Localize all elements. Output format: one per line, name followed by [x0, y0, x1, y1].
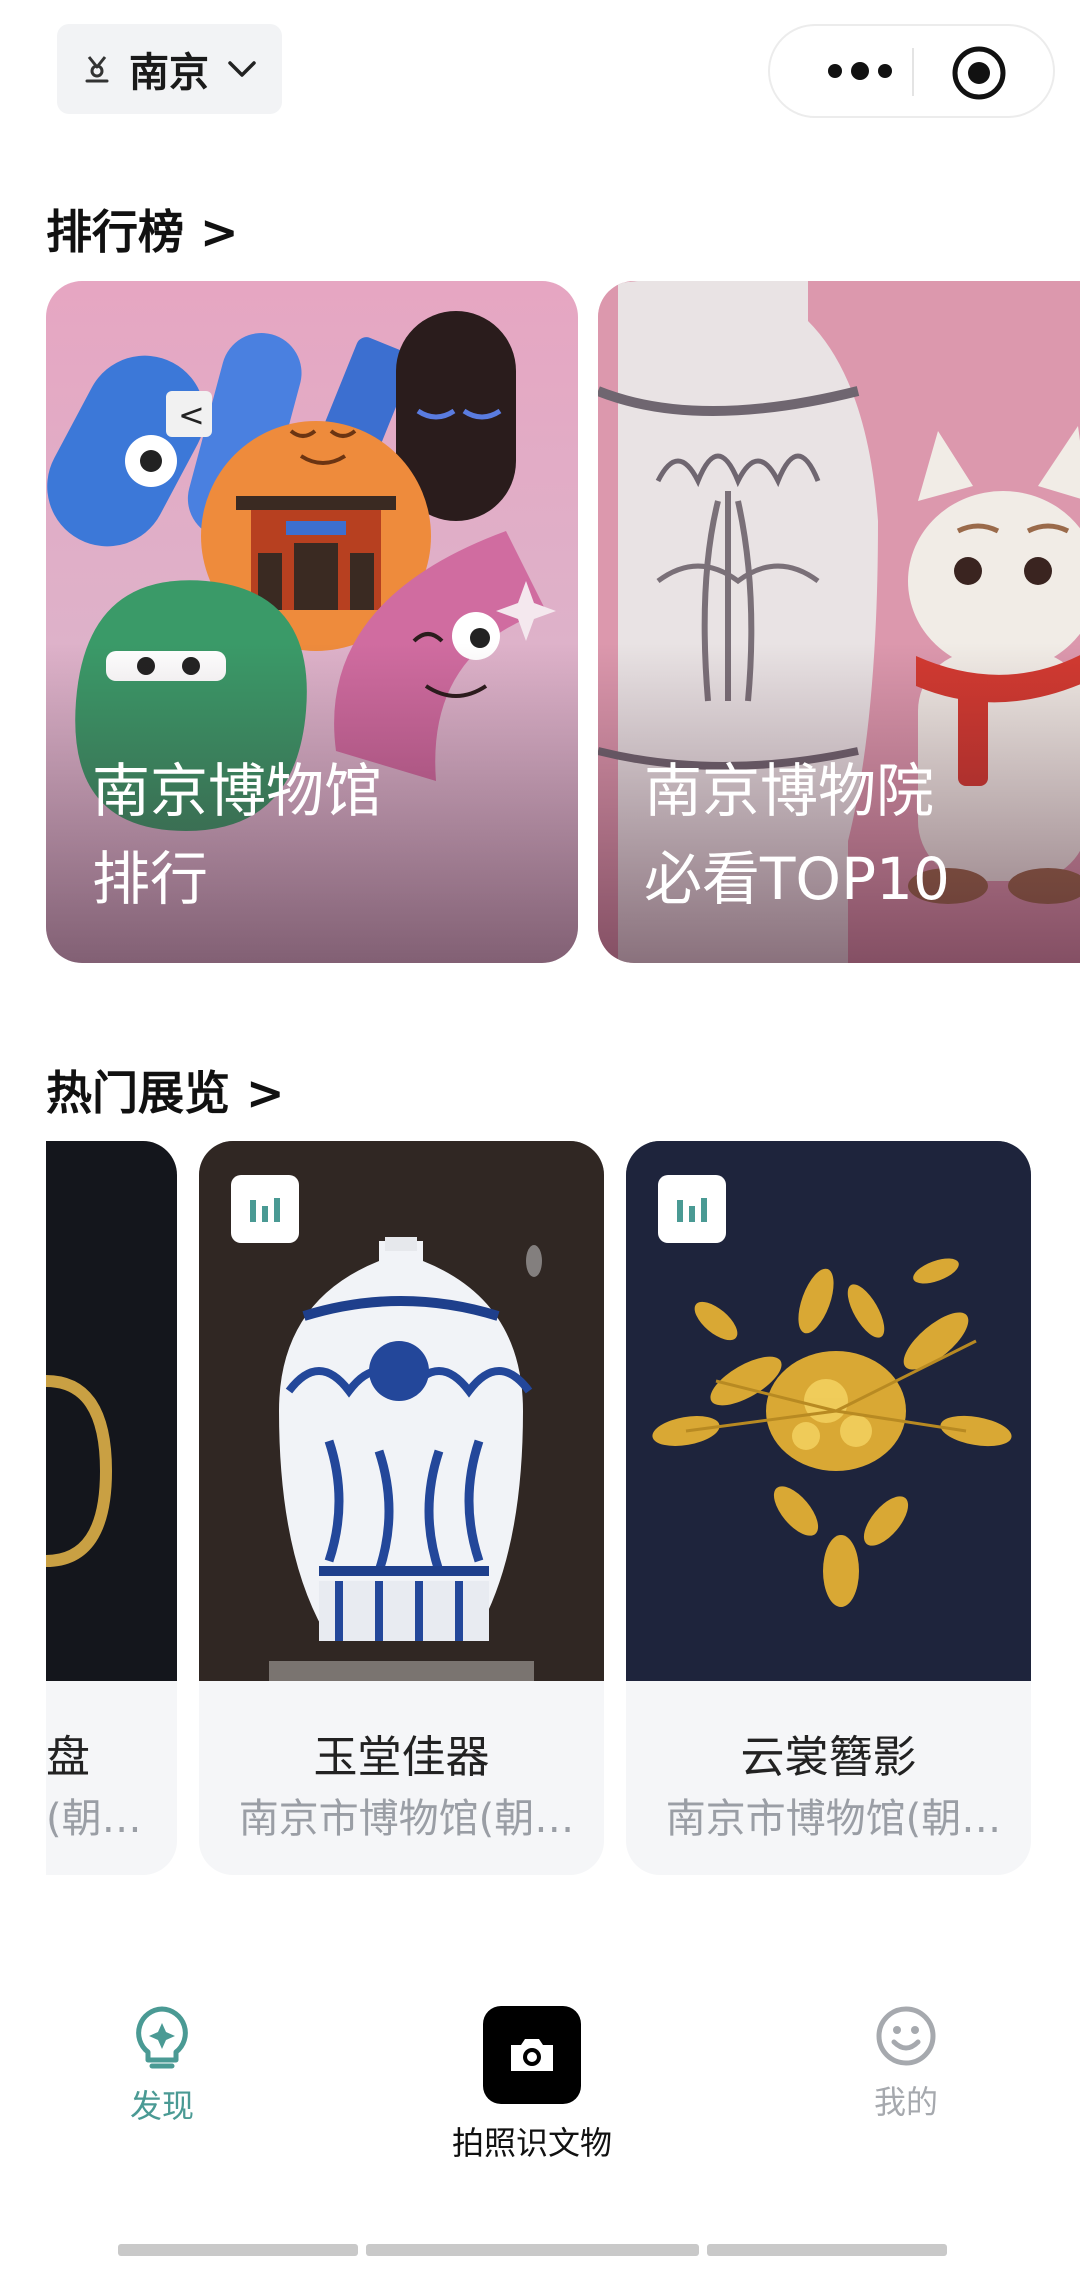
stats-badge: [658, 1175, 726, 1243]
ranking-card-line2: 必看TOP10: [644, 845, 950, 913]
exhibition-name: 玉堂佳器: [313, 1732, 490, 1783]
lightbulb-icon: [136, 2006, 188, 2069]
tab-discover[interactable]: 发现: [102, 2005, 222, 2127]
home-indicator-segment: [118, 2244, 358, 2256]
ranking-card-line1: 南京博物馆: [92, 757, 383, 825]
home-indicator: [0, 2244, 1080, 2256]
exhibitions-title[interactable]: 热门展览 >: [46, 1057, 285, 1123]
smiley-face-icon: [876, 2006, 936, 2066]
camera-button[interactable]: [483, 2006, 581, 2104]
tab-mine-label: 我的: [873, 2083, 938, 2121]
ranking-title[interactable]: 排行榜 >: [46, 196, 239, 262]
ranking-card-top10[interactable]: 南京博物院 必看TOP10: [598, 281, 1080, 963]
home-indicator-segment: [366, 2244, 699, 2256]
tab-camera-label: 拍照识文物: [451, 2124, 612, 2162]
exhibition-name: 盘: [46, 1732, 90, 1783]
capsule-divider: [912, 48, 914, 96]
home-indicator-segment: [707, 2244, 947, 2256]
city-name: 南京: [129, 50, 209, 96]
exhibition-venue: 南京市博物馆(朝…: [665, 1796, 1002, 1842]
tab-mine[interactable]: 我的: [846, 2005, 966, 2123]
more-button[interactable]: [810, 26, 910, 116]
exhibition-card[interactable]: 盘 (朝…: [46, 1141, 177, 1875]
more-dots-icon: [828, 62, 892, 80]
ranking-card-line1: 南京博物院: [644, 757, 935, 825]
exhibition-photo: [46, 1141, 177, 1681]
camera-icon: [511, 2039, 553, 2071]
tab-camera[interactable]: 拍照识文物: [432, 2006, 632, 2164]
tab-discover-label: 发现: [129, 2087, 194, 2125]
svg-text:<: <: [178, 396, 205, 434]
record-target-icon[interactable]: [951, 45, 1007, 101]
city-selector[interactable]: 南京: [57, 24, 282, 114]
app-root: 南京 排行榜 > < 南京博物馆 排行 南京博物院 必看TOP10 热门展览 >…: [0, 0, 1080, 2287]
ranking-card-museum[interactable]: < 南京博物馆 排行: [46, 281, 578, 963]
chevron-down-icon: [228, 61, 256, 77]
exhibition-name: 云裳簪影: [740, 1732, 917, 1783]
exhibition-photo: [626, 1141, 1031, 1681]
ranking-card-label: 南京博物院 必看TOP10: [644, 747, 950, 923]
location-pin-icon: [85, 56, 109, 83]
miniprogram-capsule: [768, 24, 1055, 118]
bar-chart-icon: [250, 1198, 280, 1222]
stats-badge: [231, 1175, 299, 1243]
exhibition-card[interactable]: 云裳簪影 南京市博物馆(朝…: [626, 1141, 1031, 1875]
exhibition-photo: [199, 1141, 604, 1681]
bar-chart-icon: [677, 1198, 707, 1222]
ranking-card-label: 南京博物馆 排行: [92, 747, 382, 923]
exhibition-venue: (朝…: [46, 1796, 142, 1842]
exhibition-venue: 南京市博物馆(朝…: [238, 1796, 575, 1842]
exhibition-card[interactable]: 玉堂佳器 南京市博物馆(朝…: [199, 1141, 604, 1875]
ranking-card-line2: 排行: [92, 845, 209, 913]
